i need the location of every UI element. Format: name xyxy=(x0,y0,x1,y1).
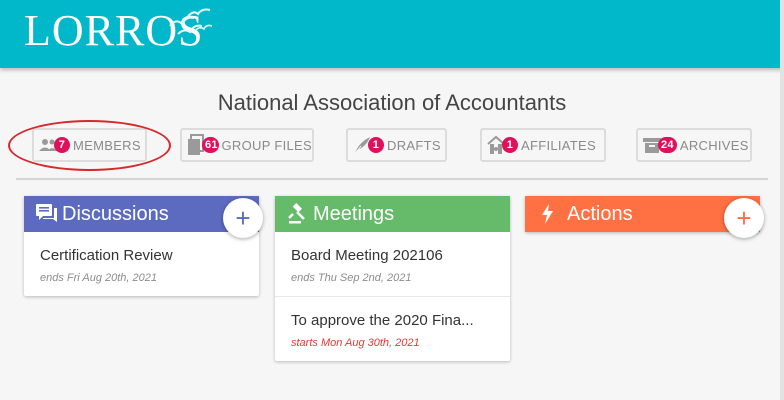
discussions-header: Discussions + xyxy=(24,196,263,238)
tab-group-files[interactable]: 61 GROUP FILES xyxy=(180,128,314,162)
page-scrollbar[interactable] xyxy=(780,0,784,400)
tab-members[interactable]: 7 MEMBERS xyxy=(32,128,147,162)
meetings-title: Meetings xyxy=(313,202,395,225)
meeting-title: Board Meeting 202106 xyxy=(291,247,443,264)
tab-archives[interactable]: 24 ARCHIVES xyxy=(636,128,752,162)
tab-affiliates-label: AFFILIATES xyxy=(521,137,596,153)
forum-icon xyxy=(34,201,60,227)
meetings-header: Meetings xyxy=(275,196,510,232)
archives-count-badge: 24 xyxy=(658,137,677,153)
group-files-count-badge: 61 xyxy=(202,137,219,153)
tab-archives-label: ARCHIVES xyxy=(679,137,749,153)
organization-title: National Association of Accountants xyxy=(217,90,567,115)
tab-group-files-label: GROUP FILES xyxy=(221,137,312,153)
add-discussion-button[interactable]: + xyxy=(223,198,263,238)
actions-title: Actions xyxy=(567,202,633,225)
meeting-title: To approve the 2020 Fina... xyxy=(291,312,474,329)
list-item[interactable]: Board Meeting 202106 ends Thu Sep 2nd, 2… xyxy=(275,232,510,296)
discussion-title: Certification Review xyxy=(40,247,173,264)
actions-panel: Actions + xyxy=(525,196,764,238)
list-item[interactable]: To approve the 2020 Fina... starts Mon A… xyxy=(275,296,510,361)
actions-header: Actions + xyxy=(525,196,764,238)
meetings-list: Board Meeting 202106 ends Thu Sep 2nd, 2… xyxy=(275,232,510,361)
meeting-date: ends Thu Sep 2nd, 2021 xyxy=(291,272,412,284)
discussions-list: Certification Review ends Fri Aug 20th, … xyxy=(24,232,259,296)
app-header: LORROS xyxy=(0,0,784,68)
section-divider xyxy=(16,178,768,180)
meetings-panel: Meetings Board Meeting 202106 ends Thu S… xyxy=(275,196,510,361)
birds-logo-icon xyxy=(169,8,213,35)
discussion-date: ends Fri Aug 20th, 2021 xyxy=(40,272,158,284)
bolt-icon xyxy=(535,201,561,227)
tab-drafts[interactable]: 1 DRAFTS xyxy=(346,128,447,162)
discussions-panel: Discussions + Certification Review ends … xyxy=(24,196,263,296)
affiliates-count-badge: 1 xyxy=(502,137,518,153)
list-item[interactable]: Certification Review ends Fri Aug 20th, … xyxy=(24,232,259,296)
drafts-count-badge: 1 xyxy=(368,137,384,153)
discussions-title: Discussions xyxy=(62,202,169,225)
gavel-icon xyxy=(285,201,311,227)
tab-affiliates[interactable]: 1 AFFILIATES xyxy=(480,128,606,162)
meeting-date: starts Mon Aug 30th, 2021 xyxy=(291,337,420,349)
add-action-button[interactable]: + xyxy=(724,198,764,238)
tab-drafts-label: DRAFTS xyxy=(387,137,441,153)
members-count-badge: 7 xyxy=(54,137,70,153)
tab-members-label: MEMBERS xyxy=(73,137,141,153)
